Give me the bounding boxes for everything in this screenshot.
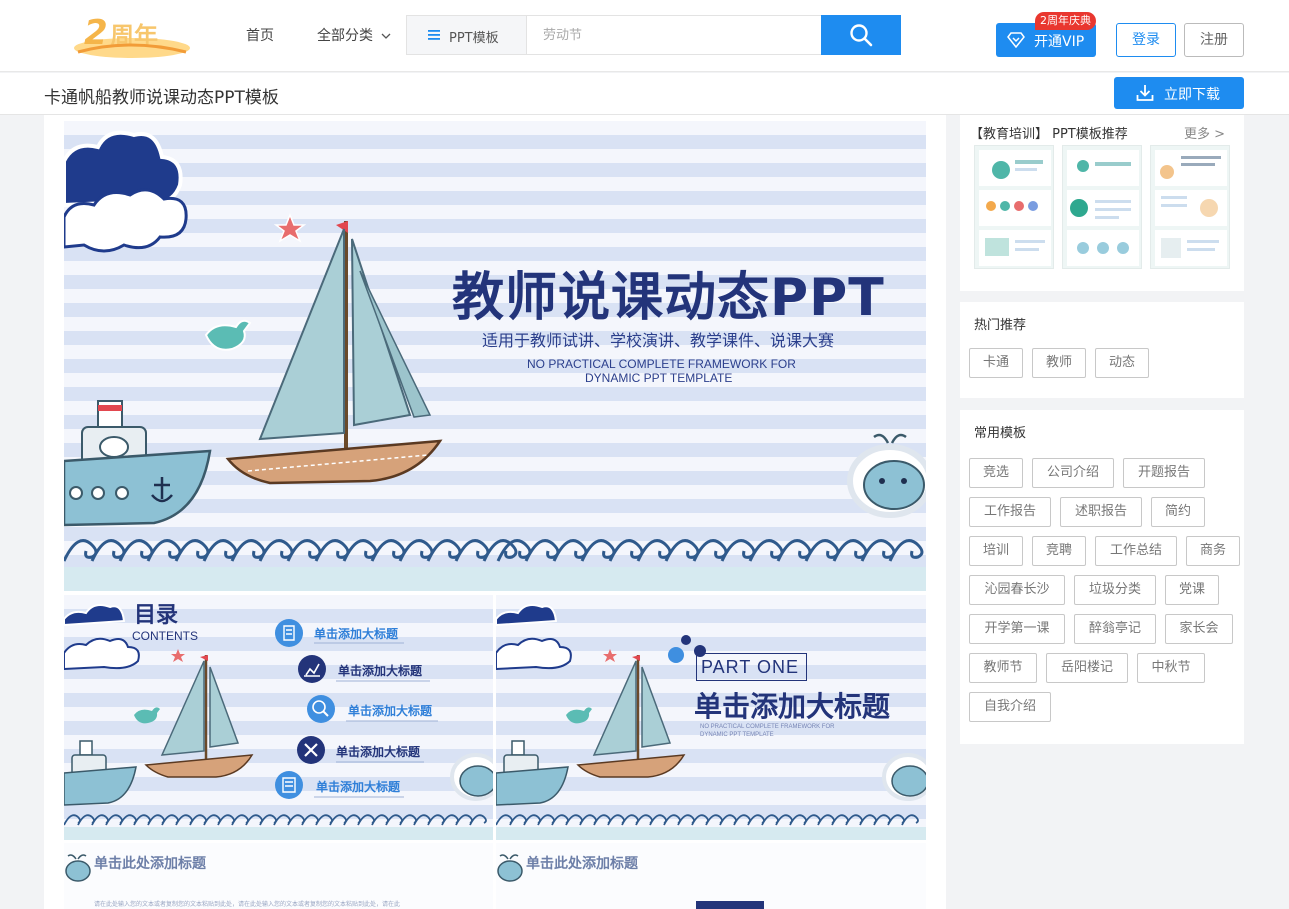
common-tag[interactable]: 垃圾分类 [1074, 575, 1156, 605]
part-one-english-line-1: NO PRACTICAL COMPLETE FRAMEWORK FOR [700, 724, 835, 730]
cover-english-line-2: DYNAMIC PPT TEMPLATE [585, 371, 733, 385]
recommend-card: 【教育培训】 PPT模板推荐 更多 > [960, 115, 1244, 291]
nav-all-categories-label: 全部分类 [317, 28, 373, 44]
contents-item-3: 单击添加大标题 [348, 704, 433, 718]
thumbnail-image [979, 150, 1051, 266]
template-preview: 教师说课动态PPT 适用于教师试讲、学校演讲、教学课件、说课大赛 NO PRAC… [44, 115, 946, 909]
recommend-more-link[interactable]: 更多 > [1184, 123, 1225, 142]
title-bar: 卡通帆船教师说课动态PPT模板 立即下载 [0, 73, 1289, 115]
hot-recommend-card: 热门推荐 卡通 教师 动态 [960, 302, 1244, 398]
contents-title: 目录 [134, 603, 179, 628]
common-tag[interactable]: 公司介绍 [1032, 458, 1114, 488]
contents-item-5: 单击添加大标题 [316, 780, 401, 794]
common-templates-title: 常用模板 [974, 426, 1027, 441]
top-nav: 2 周年 首页 全部分类 PPT模板 开通VIP 2周年庆典 登录 注册 [0, 0, 1289, 72]
preview-slide-contents[interactable]: 目录 CONTENTS 单击添加大标题 单击添加大标题 单击添加大标题 单击添加… [64, 595, 493, 840]
preview-slide-section-left[interactable]: 单击此处添加标题 请在此处输入您的文本或者复制您的文本粘贴到此处，请在此处输入您… [64, 843, 493, 909]
contents-subtitle: CONTENTS [132, 629, 198, 643]
hot-tag-2[interactable]: 教师 [1032, 348, 1086, 378]
common-tag[interactable]: 工作报告 [969, 497, 1051, 527]
common-tag[interactable]: 简约 [1151, 497, 1205, 527]
part-one-english: NO PRACTICAL COMPLETE FRAMEWORK FOR DYNA… [700, 723, 834, 739]
common-tag[interactable]: 岳阳楼记 [1046, 653, 1128, 683]
recommend-title: 【教育培训】 PPT模板推荐 [970, 127, 1128, 142]
menu-icon [428, 30, 440, 40]
common-tag[interactable]: 开题报告 [1123, 458, 1205, 488]
whale-icon [497, 854, 523, 882]
search-box: PPT模板 [406, 15, 901, 55]
contents-item-2: 单击添加大标题 [338, 664, 423, 678]
contents-item-4: 单击添加大标题 [336, 745, 421, 759]
recommend-thumb-3[interactable] [1150, 145, 1230, 269]
nav-all-categories[interactable]: 全部分类 [317, 25, 391, 45]
hot-tag-3[interactable]: 动态 [1095, 348, 1149, 378]
site-logo[interactable]: 2 周年 [70, 8, 192, 60]
login-button[interactable]: 登录 [1116, 23, 1176, 57]
diamond-icon [1007, 32, 1025, 48]
common-tag[interactable]: 醉翁亭记 [1074, 614, 1156, 644]
common-templates-card: 常用模板 竞选 公司介绍 开题报告 工作报告 述职报告 简约 培训 竞聘 工作总… [960, 410, 1244, 744]
page-title: 卡通帆船教师说课动态PPT模板 [44, 88, 279, 108]
whale-icon [65, 854, 91, 882]
recommend-thumb-2[interactable] [1062, 145, 1142, 269]
common-tag[interactable]: 工作总结 [1095, 536, 1177, 566]
search-input[interactable] [527, 16, 821, 54]
download-icon [1136, 85, 1154, 101]
open-vip-label: 开通VIP [1034, 34, 1085, 50]
section-left-title: 单击此处添加标题 [94, 856, 206, 872]
search-type-label: PPT模板 [449, 31, 499, 46]
common-tag[interactable]: 党课 [1165, 575, 1219, 605]
part-one-english-line-2: DYNAMIC PPT TEMPLATE [700, 732, 774, 738]
download-now-label: 立即下载 [1164, 87, 1220, 103]
common-tag[interactable]: 教师节 [969, 653, 1037, 683]
search-type-select[interactable]: PPT模板 [407, 16, 527, 54]
section-left-body: 请在此处输入您的文本或者复制您的文本粘贴到此处，请在此处输入您的文本或者复制您的… [94, 901, 401, 908]
common-tag[interactable]: 培训 [969, 536, 1023, 566]
search-button[interactable] [821, 15, 901, 55]
common-tag[interactable]: 自我介绍 [969, 692, 1051, 722]
hot-recommend-title: 热门推荐 [974, 318, 1027, 333]
nav-home[interactable]: 首页 [246, 25, 274, 45]
cover-title: 教师说课动态PPT [452, 268, 885, 328]
common-tag[interactable]: 中秋节 [1137, 653, 1205, 683]
part-one-title: 单击添加大标题 [694, 690, 891, 723]
common-tag[interactable]: 开学第一课 [969, 614, 1065, 644]
common-tag[interactable]: 述职报告 [1060, 497, 1142, 527]
search-icon [850, 24, 873, 47]
preview-slide-section-right[interactable]: 单击此处添加标题 [496, 843, 926, 909]
thumbnail-image [1155, 150, 1227, 266]
download-now-button[interactable]: 立即下载 [1114, 77, 1244, 109]
section-right-title: 单击此处添加标题 [526, 856, 638, 872]
hot-tag-1[interactable]: 卡通 [969, 348, 1023, 378]
common-tag[interactable]: 家长会 [1165, 614, 1233, 644]
recommend-thumb-1[interactable] [974, 145, 1054, 269]
chevron-down-icon [381, 33, 391, 39]
thumbnail-image [1067, 150, 1139, 266]
register-button[interactable]: 注册 [1184, 23, 1244, 57]
preview-slide-part-one[interactable]: PART ONE 单击添加大标题 NO PRACTICAL COMPLETE F… [496, 595, 926, 840]
common-tag[interactable]: 竞聘 [1032, 536, 1086, 566]
contents-item-1: 单击添加大标题 [314, 627, 399, 641]
section-right-bar [696, 901, 764, 909]
cover-illustration [64, 130, 926, 591]
common-tag[interactable]: 竞选 [969, 458, 1023, 488]
cover-english-line-1: NO PRACTICAL COMPLETE FRAMEWORK FOR [527, 357, 796, 371]
common-tag[interactable]: 商务 [1186, 536, 1240, 566]
anniversary-badge: 2周年庆典 [1035, 12, 1096, 30]
part-one-label: PART ONE [696, 653, 807, 681]
common-tag[interactable]: 沁园春长沙 [969, 575, 1065, 605]
preview-slide-cover[interactable]: 教师说课动态PPT 适用于教师试讲、学校演讲、教学课件、说课大赛 NO PRAC… [64, 121, 926, 591]
cover-subtitle: 适用于教师试讲、学校演讲、教学课件、说课大赛 [482, 331, 835, 350]
